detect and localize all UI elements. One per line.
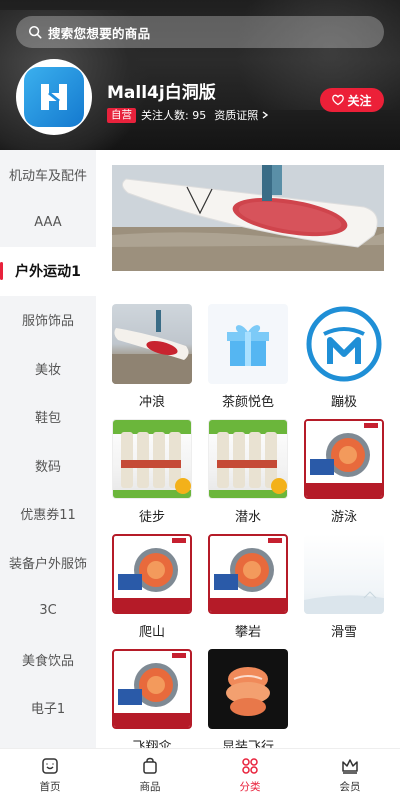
subcategory-item[interactable]: 显装飞行	[208, 649, 288, 748]
sidebar-item-label: 3C	[39, 603, 57, 619]
subcategory-label: 飞翔伞	[132, 740, 172, 748]
shop-logo-icon	[24, 67, 84, 127]
snow-image	[304, 534, 384, 614]
tab-products[interactable]: 商品	[100, 749, 200, 800]
subcategory-item[interactable]: 飞翔伞	[112, 649, 192, 748]
shop-header: 搜索您想要的商品 Mall4j白洞版 自营 关注人数: 95 资质证照 关注	[0, 0, 400, 150]
heart-icon	[332, 94, 345, 106]
subcategory-label: 徒步	[138, 510, 165, 525]
category-grid-icon	[242, 757, 258, 774]
follow-button[interactable]: 关注	[320, 88, 384, 112]
subcategory-item[interactable]: 冲浪	[112, 304, 192, 410]
sidebar-item-label: 美食饮品	[21, 653, 74, 669]
qualification-link[interactable]: 资质证照	[214, 107, 269, 123]
category-banner[interactable]	[112, 165, 384, 271]
sidebar-item-active[interactable]: 户外运动1	[0, 247, 96, 296]
subcategory-label: 攀岩	[234, 625, 261, 640]
sidebar-item[interactable]: 鞋包	[0, 393, 96, 442]
sidebar-item-label: 户外运动1	[15, 264, 81, 281]
category-content: 冲浪 茶颜悦色 蹦极 徒步 潜水 游泳 爬山 攀岩 滑雪 飞翔伞 显装飞行	[96, 150, 400, 748]
sidebar-item-label: 装备户外服饰	[8, 556, 87, 572]
sidebar-item-label: 鞋包	[34, 411, 61, 427]
shop-logo[interactable]	[16, 59, 92, 135]
brand-logo-image	[304, 304, 384, 384]
surfboard-image	[112, 304, 192, 384]
qualification-label[interactable]: 资质证照	[214, 107, 258, 123]
surfboard-banner-image	[112, 165, 384, 271]
tab-member[interactable]: 会员	[300, 749, 400, 800]
shrimp-image	[304, 419, 384, 499]
app-screen: 搜索您想要的商品 Mall4j白洞版 自营 关注人数: 95 资质证照 关注 机…	[0, 0, 400, 800]
sidebar-item[interactable]: 电子1	[0, 684, 96, 733]
home-icon	[42, 757, 58, 774]
sidebar-item[interactable]: 上新	[0, 732, 96, 748]
shrimp-image	[112, 534, 192, 614]
followers-count: 关注人数: 95	[141, 109, 207, 122]
tab-label: 首页	[39, 780, 61, 793]
subcategory-label: 游泳	[330, 510, 357, 525]
follow-label[interactable]: 关注	[347, 92, 371, 109]
subcategory-item[interactable]: 爬山	[112, 534, 192, 640]
sidebar-item[interactable]: 优惠券11	[0, 490, 96, 539]
subcategory-item[interactable]: 滑雪	[304, 534, 384, 640]
sidebar-item[interactable]: 装备户外服饰	[0, 538, 96, 587]
bottom-tab-bar: 首页 商品 分类 会员	[0, 748, 400, 800]
sidebar-item-label: 电子1	[30, 702, 66, 718]
gift-box-image	[208, 304, 288, 384]
subcategory-label: 潜水	[234, 510, 261, 525]
shop-meta: 自营 关注人数: 95 资质证照	[107, 107, 269, 123]
tab-label: 会员	[339, 780, 361, 793]
sidebar-item-label: 机动车及配件	[8, 168, 87, 184]
subcategory-label: 蹦极	[330, 395, 357, 410]
sidebar-item[interactable]: 3C	[0, 587, 96, 636]
tab-label: 商品	[139, 780, 161, 793]
sidebar-item[interactable]: 服饰饰品	[0, 296, 96, 345]
tab-category[interactable]: 分类	[200, 749, 300, 800]
sidebar-item-label: AAA	[34, 215, 62, 231]
sidebar-item-label: 数码	[34, 459, 61, 475]
search-placeholder[interactable]: 搜索您想要的商品	[48, 23, 150, 42]
sidebar-item-label: 优惠券11	[20, 508, 76, 524]
sidebar-item[interactable]: 美妆	[0, 344, 96, 393]
chevron-right-icon	[262, 111, 269, 119]
sidebar-item-label: 美妆	[34, 362, 61, 378]
subcategory-item[interactable]: 攀岩	[208, 534, 288, 640]
sidebar-item[interactable]: AAA	[0, 199, 96, 248]
search-bar[interactable]: 搜索您想要的商品	[16, 16, 384, 48]
subcategory-item[interactable]: 蹦极	[304, 304, 384, 410]
self-operated-badge: 自营	[107, 107, 136, 123]
search-icon	[28, 25, 42, 39]
subcategory-item[interactable]: 潜水	[208, 419, 288, 525]
subcategory-item[interactable]: 游泳	[304, 419, 384, 525]
sidebar-item[interactable]: 美食饮品	[0, 635, 96, 684]
shop-name: Mall4j白洞版	[107, 83, 216, 103]
shrimp-image	[208, 534, 288, 614]
sidebar-item-label: 服饰饰品	[21, 314, 74, 330]
drinks-image	[112, 419, 192, 499]
crown-icon	[342, 758, 358, 774]
tab-label: 分类	[239, 780, 261, 793]
subcategory-label: 茶颜悦色	[221, 395, 274, 410]
shopping-bag-icon	[143, 757, 157, 774]
subcategory-label: 显装飞行	[221, 740, 274, 748]
subcategory-label: 爬山	[138, 625, 165, 640]
category-sidebar: 机动车及配件 AAA 户外运动1 服饰饰品 美妆 鞋包 数码 优惠券11 装备户…	[0, 150, 96, 748]
tab-home[interactable]: 首页	[0, 749, 100, 800]
subcategory-label: 滑雪	[330, 625, 357, 640]
sidebar-item[interactable]: 数码	[0, 441, 96, 490]
subcategory-label: 冲浪	[138, 395, 165, 410]
subcategory-item[interactable]: 茶颜悦色	[208, 304, 288, 410]
shrimp-dark-image	[208, 649, 288, 729]
drinks-image	[208, 419, 288, 499]
subcategory-item[interactable]: 徒步	[112, 419, 192, 525]
shrimp-image	[112, 649, 192, 729]
sidebar-item[interactable]: 机动车及配件	[0, 150, 96, 199]
